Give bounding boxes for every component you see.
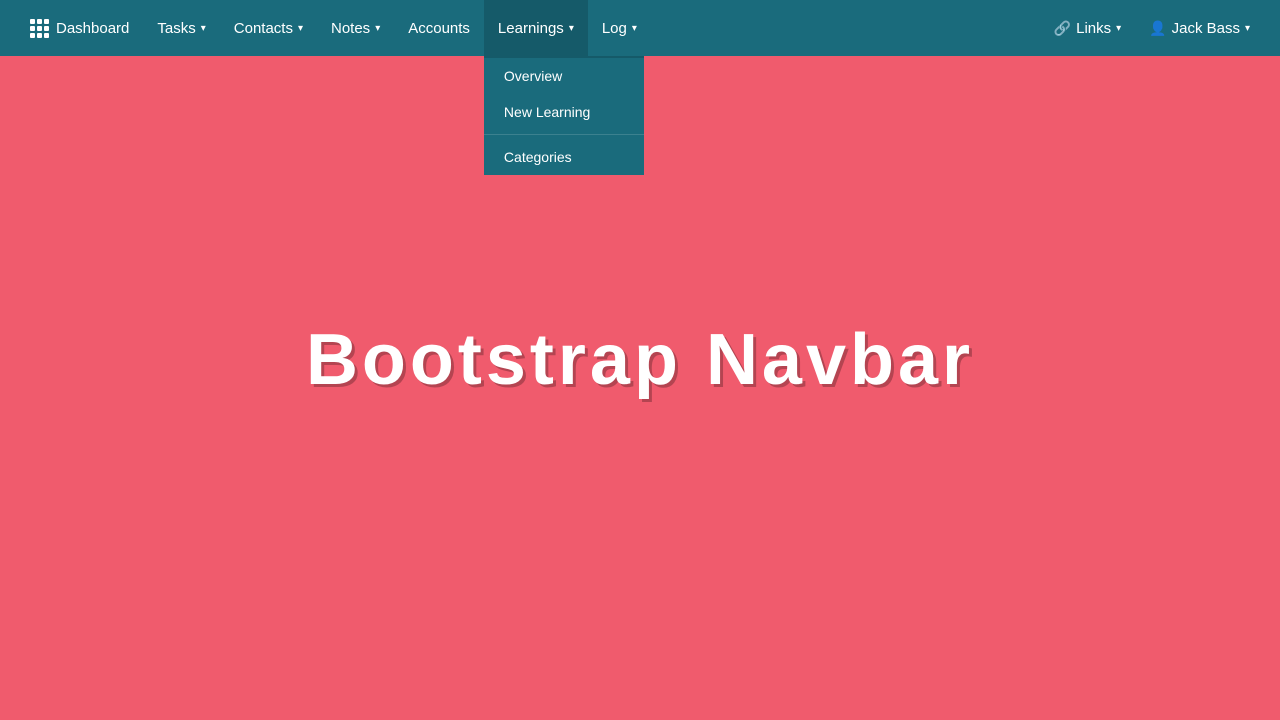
navbar-right: 🔗 Links ▾ 👤 Jack Bass ▾ bbox=[1040, 0, 1264, 56]
accounts-label: Accounts bbox=[408, 20, 470, 37]
dropdown-item-categories[interactable]: Categories bbox=[484, 139, 644, 175]
user-label: Jack Bass bbox=[1172, 20, 1240, 37]
tasks-label: Tasks bbox=[157, 20, 195, 37]
nav-brand[interactable]: Dashboard bbox=[16, 0, 143, 56]
page-heading: Bootstrap Navbar bbox=[306, 319, 974, 401]
user-icon: 👤 bbox=[1149, 20, 1166, 37]
nav-item-contacts[interactable]: Contacts ▾ bbox=[220, 0, 317, 56]
nav-item-notes[interactable]: Notes ▾ bbox=[317, 0, 394, 56]
navbar-left: Dashboard Tasks ▾ Contacts ▾ Notes ▾ Acc… bbox=[16, 0, 1040, 56]
links-label: Links bbox=[1076, 20, 1111, 37]
notes-caret: ▾ bbox=[375, 23, 380, 34]
learnings-label: Learnings bbox=[498, 20, 564, 37]
navbar: Dashboard Tasks ▾ Contacts ▾ Notes ▾ Acc… bbox=[0, 0, 1280, 56]
nav-item-links[interactable]: 🔗 Links ▾ bbox=[1040, 0, 1136, 56]
dropdown-item-new-learning[interactable]: New Learning bbox=[484, 94, 644, 130]
link-icon: 🔗 bbox=[1054, 20, 1071, 37]
log-label: Log bbox=[602, 20, 627, 37]
dropdown-divider bbox=[484, 134, 644, 135]
brand-label: Dashboard bbox=[56, 20, 129, 37]
log-caret: ▾ bbox=[632, 23, 637, 34]
user-caret: ▾ bbox=[1245, 23, 1250, 34]
contacts-label: Contacts bbox=[234, 20, 293, 37]
links-caret: ▾ bbox=[1116, 23, 1121, 34]
nav-item-learnings[interactable]: Learnings ▾ Overview New Learning Catego… bbox=[484, 0, 588, 56]
notes-label: Notes bbox=[331, 20, 370, 37]
grid-icon bbox=[30, 19, 49, 38]
contacts-caret: ▾ bbox=[298, 23, 303, 34]
nav-item-log[interactable]: Log ▾ bbox=[588, 0, 651, 56]
dropdown-item-overview[interactable]: Overview bbox=[484, 58, 644, 94]
tasks-caret: ▾ bbox=[201, 23, 206, 34]
learnings-dropdown: Overview New Learning Categories bbox=[484, 56, 644, 175]
nav-item-accounts[interactable]: Accounts bbox=[394, 0, 484, 56]
nav-item-tasks[interactable]: Tasks ▾ bbox=[143, 0, 219, 56]
learnings-caret: ▾ bbox=[569, 23, 574, 34]
nav-item-user[interactable]: 👤 Jack Bass ▾ bbox=[1135, 0, 1264, 56]
